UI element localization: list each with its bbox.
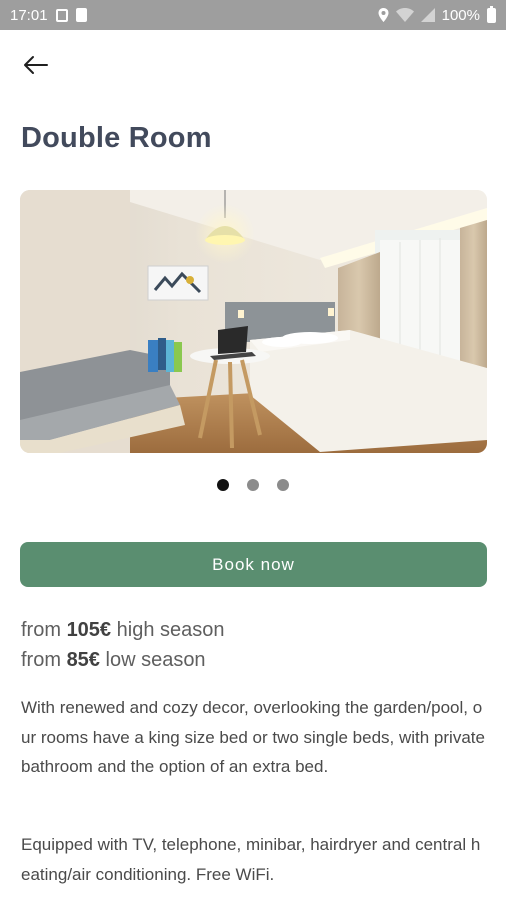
arrow-left-icon	[24, 56, 48, 74]
price-amount: 105€	[66, 619, 112, 641]
signal-icon	[420, 8, 435, 22]
book-now-button[interactable]: Book now	[20, 542, 487, 587]
screenshot-icon	[55, 8, 68, 22]
status-time: 17:01	[10, 6, 48, 24]
storage-icon	[75, 8, 87, 22]
location-icon	[378, 8, 389, 22]
status-bar: 17:01 100%	[0, 0, 506, 30]
price-suffix: high season	[116, 619, 225, 641]
carousel-dot-3[interactable]	[277, 479, 289, 491]
price-prefix: from	[21, 649, 61, 671]
hotel-room-illustration	[20, 190, 487, 453]
price-high-season: from 105€ high season	[21, 619, 225, 642]
carousel-dots	[0, 479, 506, 491]
price-amount: 85€	[66, 649, 100, 671]
battery-icon	[487, 5, 496, 23]
carousel-dot-2[interactable]	[247, 479, 259, 491]
price-low-season: from 85€ low season	[21, 649, 206, 672]
battery-percent: 100%	[441, 6, 480, 24]
page-title: Double Room	[21, 122, 212, 154]
wifi-icon	[395, 8, 414, 22]
room-photo[interactable]	[20, 190, 487, 453]
carousel-dot-1[interactable]	[217, 479, 229, 491]
price-prefix: from	[21, 619, 61, 641]
back-button[interactable]	[18, 50, 52, 80]
description-paragraph: With renewed and cozy decor, overlooking…	[21, 698, 485, 776]
price-suffix: low season	[105, 649, 206, 671]
amenities-paragraph: Equipped with TV, telephone, minibar, ha…	[21, 835, 481, 884]
